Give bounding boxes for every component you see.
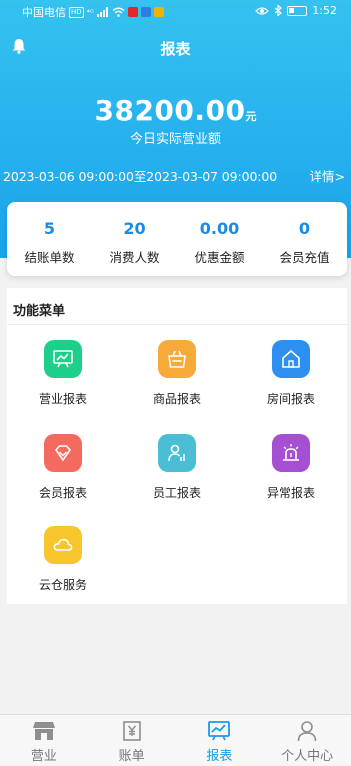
menu-item-label: 员工报表 [152, 486, 201, 500]
bluetooth-icon [274, 5, 283, 16]
network-type: ⁴ᴳ [86, 7, 94, 17]
store-icon [31, 719, 57, 743]
clock-time: 1:52 [312, 4, 337, 17]
notification-app-icon [140, 7, 151, 17]
menu-title: 功能菜单 [13, 304, 66, 319]
stat-checkout-count[interactable]: 5 结账单数 [7, 202, 92, 276]
tab-bills[interactable]: 账单 [88, 715, 176, 766]
wifi-icon [112, 7, 125, 17]
notification-app-icon [127, 7, 138, 17]
menu-item-staff-report[interactable]: 员工报表 [127, 434, 227, 501]
cloud-icon [44, 526, 82, 564]
room-house-icon [272, 340, 310, 378]
tab-label: 营业 [30, 749, 57, 764]
menu-item-label: 营业报表 [38, 392, 87, 406]
range-start: 2023-03-06 09:00:00 [3, 169, 134, 184]
divider [7, 324, 347, 325]
stat-value: 0.00 [199, 219, 240, 238]
signal-icon [96, 7, 108, 17]
hd-badge: HD [69, 6, 84, 18]
member-diamond-icon [44, 434, 82, 472]
tab-profile[interactable]: 个人中心 [263, 715, 351, 766]
staff-icon [158, 434, 196, 472]
user-icon [294, 719, 320, 743]
menu-item-member-report[interactable]: 会员报表 [13, 434, 113, 501]
tab-label: 账单 [118, 749, 145, 764]
menu-item-label: 会员报表 [38, 486, 87, 500]
carrier-name: 中国电信 [22, 6, 66, 19]
stat-value: 20 [123, 219, 146, 238]
revenue-label: 今日实际营业额 [129, 132, 221, 147]
stat-value: 5 [43, 219, 56, 238]
menu-item-label: 商品报表 [152, 392, 201, 406]
tab-label: 个人中心 [281, 749, 334, 764]
menu-item-label: 房间报表 [266, 392, 315, 406]
revenue-value: 38200.00 [94, 94, 246, 127]
menu-item-abnormal-report[interactable]: 异常报表 [241, 434, 341, 501]
stat-label: 会员充值 [279, 250, 330, 265]
detail-link[interactable]: 详情> [310, 166, 345, 185]
tab-business[interactable]: 营业 [0, 715, 88, 766]
stat-label: 消费人数 [109, 250, 160, 265]
menu-item-cloud-warehouse[interactable]: 云仓服务 [13, 526, 113, 593]
report-chart-icon [206, 719, 232, 743]
stats-card: 5 结账单数 20 消费人数 0.00 优惠金额 0 会员充值 [7, 202, 347, 276]
menu-item-product-report[interactable]: 商品报表 [127, 340, 227, 407]
tab-reports[interactable]: 报表 [176, 715, 264, 766]
stat-value: 0 [298, 219, 311, 238]
alarm-light-icon [272, 434, 310, 472]
notification-app-icon [153, 7, 164, 17]
eye-icon [255, 6, 270, 15]
menu-item-business-report[interactable]: 营业报表 [13, 340, 113, 407]
product-bag-icon [158, 340, 196, 378]
menu-item-label: 异常报表 [266, 486, 315, 500]
function-menu: 功能菜单 营业报表 商品报表 房间报表 会员报表 员工报表 异常报表 云仓服务 [7, 288, 347, 604]
battery-icon [287, 5, 308, 16]
stat-discount-amount[interactable]: 0.00 优惠金额 [177, 202, 262, 276]
stat-label: 结账单数 [24, 250, 75, 265]
date-range[interactable]: 2023-03-06 09:00:00至2023-03-07 09:00:00 [3, 166, 277, 185]
range-separator: 至 [133, 169, 147, 184]
stat-label: 优惠金额 [194, 250, 245, 265]
bottom-tab-bar: 营业 账单 报表 个人中心 [0, 714, 351, 766]
business-report-icon [44, 340, 82, 378]
range-end: 2023-03-07 09:00:00 [146, 169, 278, 184]
menu-item-room-report[interactable]: 房间报表 [241, 340, 341, 407]
stat-member-recharge[interactable]: 0 会员充值 [262, 202, 347, 276]
revenue-unit: 元 [245, 110, 257, 123]
yuan-bill-icon [119, 719, 145, 743]
page-title: 报表 [160, 40, 191, 58]
status-bar: 中国电信 HD ⁴ᴳ 1:52 [0, 0, 351, 22]
tab-label: 报表 [206, 749, 233, 764]
revenue-amount: 38200.00元 [0, 94, 351, 127]
stat-customer-count[interactable]: 20 消费人数 [92, 202, 177, 276]
menu-item-label: 云仓服务 [38, 578, 87, 592]
